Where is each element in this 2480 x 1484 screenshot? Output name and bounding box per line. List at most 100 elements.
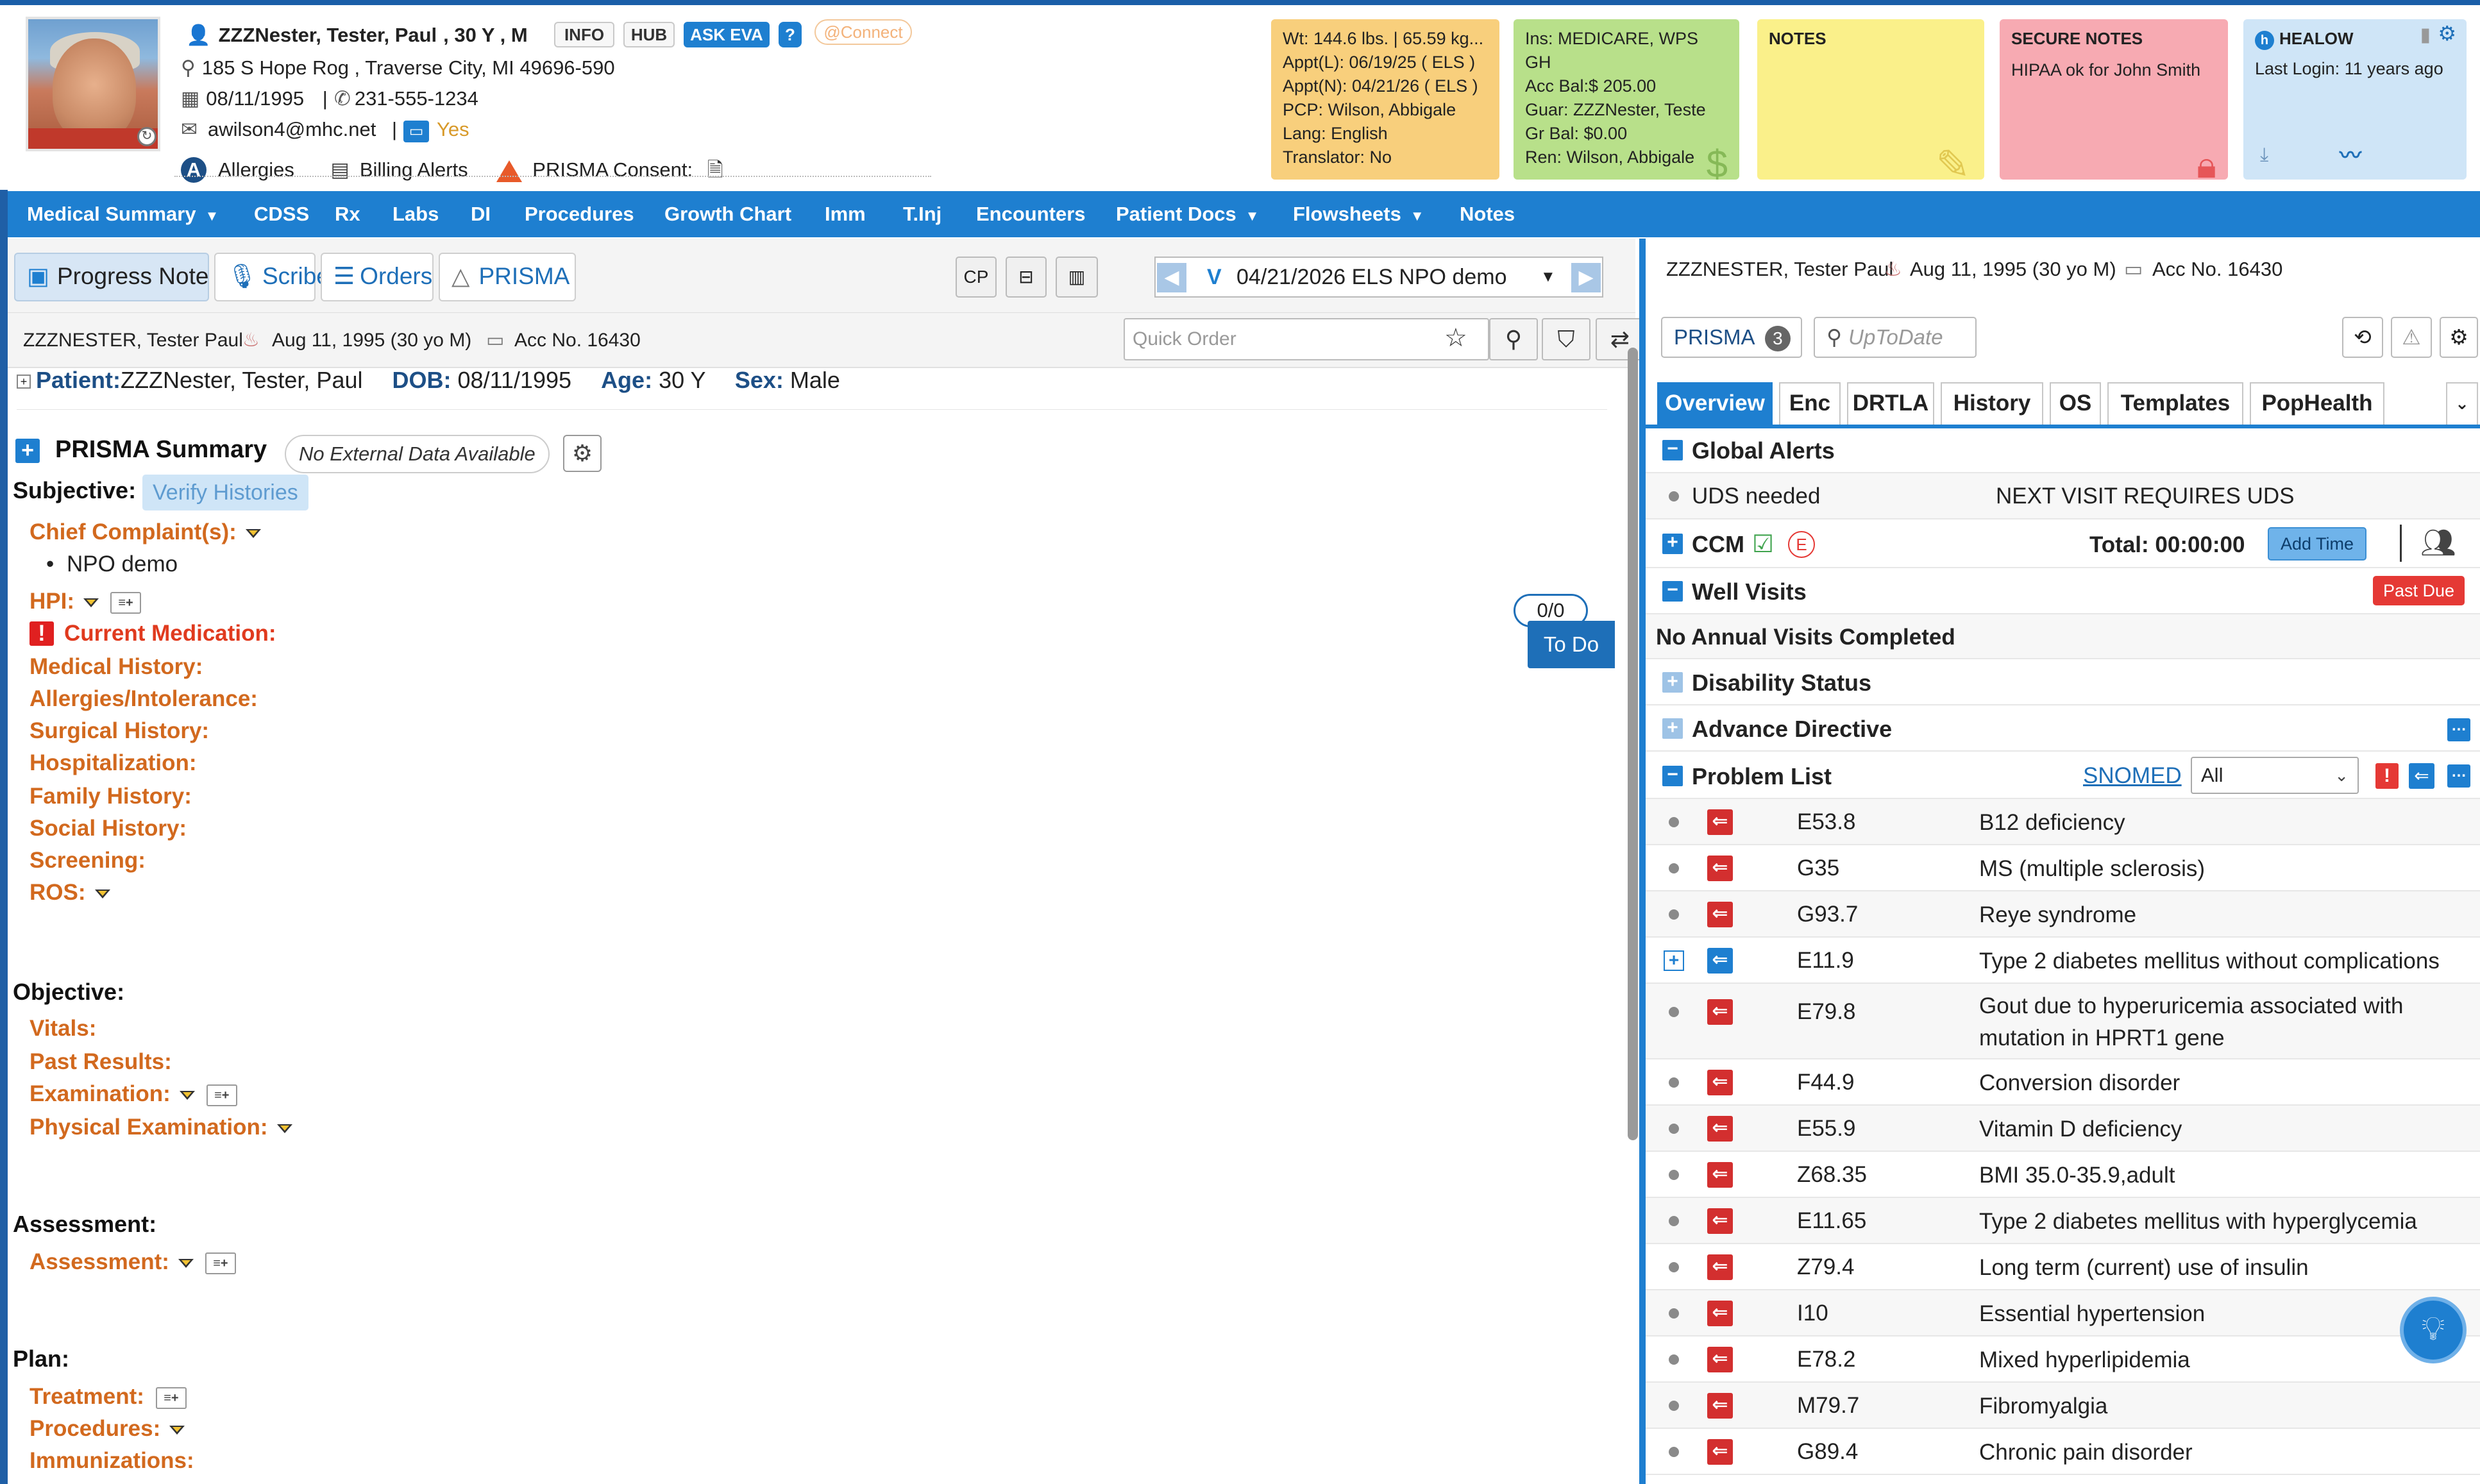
lightbulb-assistant-icon[interactable]: 💡︎ bbox=[2400, 1297, 2467, 1363]
red-arrow-icon[interactable]: ⇐ bbox=[1707, 1439, 1733, 1465]
alert-icon[interactable]: ! bbox=[2375, 763, 2399, 789]
problem-row[interactable]: ⇐ Z79.4 Long term (current) use of insul… bbox=[1646, 1244, 2480, 1290]
disability-status-header[interactable]: + Disability Status bbox=[1646, 659, 2480, 705]
tab-pophealth[interactable]: PopHealth bbox=[2250, 382, 2384, 425]
problem-row[interactable]: ⇐ G35 MS (multiple sclerosis) bbox=[1646, 845, 2480, 891]
history-button[interactable]: ⟲ bbox=[2342, 317, 2383, 358]
red-arrow-icon[interactable]: ⇐ bbox=[1707, 856, 1733, 881]
sf-button[interactable]: ⊟ bbox=[1006, 257, 1047, 298]
nav-rx[interactable]: Rx bbox=[335, 191, 360, 237]
treatment-label[interactable]: Treatment: ≡+ bbox=[30, 1384, 187, 1410]
expand-icon[interactable]: + bbox=[1664, 950, 1684, 971]
problem-row[interactable]: ⇐ I10 Essential hypertension bbox=[1646, 1290, 2480, 1336]
red-arrow-icon[interactable]: ⇐ bbox=[1707, 1301, 1733, 1326]
add-note-icon[interactable]: ≡+ bbox=[155, 1387, 187, 1409]
more-options-icon[interactable]: … bbox=[2447, 764, 2470, 788]
insurance-sticky[interactable]: Ins: MEDICARE, WPS GH Acc Bal:$ 205.00 G… bbox=[1514, 19, 1739, 180]
problem-row[interactable]: ⇐ E78.2 Mixed hyperlipidemia bbox=[1646, 1336, 2480, 1383]
nav-tinj[interactable]: T.Inj bbox=[903, 191, 941, 237]
secure-notes-sticky[interactable]: SECURE NOTES HIPAA ok for John Smith 🔒︎ bbox=[2000, 19, 2228, 180]
note-scrollbar[interactable] bbox=[1628, 348, 1638, 1140]
red-arrow-icon[interactable]: ⇐ bbox=[1707, 1162, 1733, 1188]
red-arrow-icon[interactable]: ⇐ bbox=[1707, 809, 1733, 835]
problem-list-header[interactable]: − Problem List SNOMED All ⌄ ! ⇐ … bbox=[1646, 752, 2480, 799]
allergies-link[interactable]: Allergies bbox=[218, 158, 294, 181]
todo-button[interactable]: To Do bbox=[1528, 621, 1615, 668]
red-arrow-icon[interactable]: ⇐ bbox=[1707, 1070, 1733, 1095]
consent-document-icon[interactable]: 🗎 bbox=[707, 155, 723, 189]
pin-icon[interactable]: ▮ bbox=[2420, 23, 2431, 47]
nav-notes[interactable]: Notes bbox=[1460, 191, 1515, 237]
uptodate-search[interactable]: ⚲ UpToDate bbox=[1814, 317, 1977, 358]
dropdown-triangle-icon[interactable] bbox=[276, 1124, 292, 1133]
tab-orders[interactable]: ☰ Orders bbox=[321, 253, 434, 301]
portal-icon[interactable]: ▭ bbox=[403, 121, 430, 142]
help-button[interactable]: ? bbox=[779, 22, 802, 47]
collapse-icon[interactable]: − bbox=[1662, 580, 1683, 602]
connect-button[interactable]: @Connect bbox=[814, 19, 912, 45]
panel-settings-button[interactable]: ⚙ bbox=[2440, 317, 2478, 358]
info-button[interactable]: INFO bbox=[554, 22, 614, 47]
problem-row[interactable]: ⇐ G89.4 Chronic pain disorder bbox=[1646, 1429, 2480, 1475]
nav-growth-chart[interactable]: Growth Chart bbox=[664, 191, 791, 237]
star-icon[interactable]: ☆ bbox=[1444, 323, 1467, 353]
procedures-label[interactable]: Procedures: bbox=[30, 1416, 185, 1442]
cp-button[interactable]: CP bbox=[956, 257, 997, 298]
problem-row[interactable]: ⇐ E11.65 Type 2 diabetes mellitus with h… bbox=[1646, 1198, 2480, 1244]
dropdown-triangle-icon[interactable] bbox=[179, 1090, 195, 1100]
immunizations-label[interactable]: Immunizations: bbox=[30, 1448, 194, 1474]
dropdown-triangle-icon[interactable] bbox=[83, 598, 99, 607]
tab-progress-note[interactable]: ▣ Progress Note bbox=[14, 253, 209, 301]
nav-medical-summary[interactable]: Medical Summary ▼ bbox=[27, 191, 219, 237]
e-icon[interactable]: E bbox=[1788, 531, 1815, 558]
red-arrow-icon[interactable]: ⇐ bbox=[1707, 1254, 1733, 1280]
dropdown-triangle-icon[interactable] bbox=[94, 889, 110, 898]
problem-row[interactable]: + ⇐ E11.9 Type 2 diabetes mellitus witho… bbox=[1646, 938, 2480, 984]
well-visits-header[interactable]: − Well Visits Past Due bbox=[1646, 568, 2480, 614]
problem-row[interactable]: ⇐ G93.7 Reye syndrome bbox=[1646, 891, 2480, 938]
tab-enc[interactable]: Enc bbox=[1779, 382, 1841, 425]
download-icon[interactable]: ⤓ bbox=[2260, 143, 2268, 167]
nav-patient-docs[interactable]: Patient Docs ▼ bbox=[1116, 191, 1260, 237]
hub-button[interactable]: HUB bbox=[623, 22, 675, 47]
problem-row[interactable]: ⇐ F44.9 Conversion disorder bbox=[1646, 1059, 2480, 1106]
verify-histories-button[interactable]: Verify Histories bbox=[142, 475, 308, 510]
add-note-icon[interactable]: ≡+ bbox=[206, 1084, 237, 1106]
nav-di[interactable]: DI bbox=[471, 191, 491, 237]
surgical-history-label[interactable]: Surgical History: bbox=[30, 718, 209, 744]
problem-row[interactable]: ⇐ E53.8 B12 deficiency bbox=[1646, 799, 2480, 845]
filter-button[interactable]: ⛉ bbox=[1542, 318, 1590, 360]
problem-filter-select[interactable]: All ⌄ bbox=[2191, 757, 2359, 794]
medical-history-label[interactable]: Medical History: bbox=[30, 654, 203, 680]
next-encounter-icon[interactable]: ▶ bbox=[1571, 263, 1601, 292]
vitals-label[interactable]: Vitals: bbox=[30, 1016, 96, 1041]
quick-order-input[interactable]: Quick Order bbox=[1124, 318, 1489, 360]
nav-imm[interactable]: Imm bbox=[825, 191, 866, 237]
allergies-label[interactable]: Allergies/Intolerance: bbox=[30, 686, 258, 712]
more-options-icon[interactable]: … bbox=[2447, 718, 2470, 741]
tab-scribe[interactable]: 🎙︎ Scribe bbox=[214, 253, 330, 301]
social-history-label[interactable]: Social History: bbox=[30, 816, 187, 841]
tab-templates[interactable]: Templates bbox=[2107, 382, 2243, 425]
nav-encounters[interactable]: Encounters bbox=[976, 191, 1086, 237]
check-icon[interactable]: ☑ bbox=[1752, 530, 1774, 559]
prev-encounter-icon[interactable]: ◀ bbox=[1157, 263, 1186, 292]
screening-label[interactable]: Screening: bbox=[30, 848, 146, 873]
red-arrow-icon[interactable]: ⇐ bbox=[1707, 1116, 1733, 1142]
global-alerts-header[interactable]: − Global Alerts bbox=[1646, 428, 2480, 473]
physical-examination-label[interactable]: Physical Examination: bbox=[30, 1115, 292, 1140]
past-results-label[interactable]: Past Results: bbox=[30, 1049, 172, 1075]
prisma-chip[interactable]: PRISMA 3 bbox=[1661, 317, 1802, 358]
billing-alerts-link[interactable]: Billing Alerts bbox=[360, 158, 468, 181]
collapse-icon[interactable]: − bbox=[1662, 765, 1683, 786]
problem-row[interactable]: ⇐ M79.7 Fibromyalgia bbox=[1646, 1383, 2480, 1429]
notes-sticky[interactable]: NOTES ✎ bbox=[1757, 19, 1984, 180]
encounter-selector[interactable]: ◀ V 04/21/2026 ELS NPO demo ▼ ▶ bbox=[1154, 257, 1603, 298]
current-medication-label[interactable]: ! Current Medication: bbox=[30, 621, 276, 646]
hpi-label[interactable]: HPI: ≡+ bbox=[30, 589, 141, 614]
tab-prisma[interactable]: △ PRISMA bbox=[439, 253, 576, 301]
expand-icon[interactable]: + bbox=[1662, 533, 1683, 554]
advance-directive-header[interactable]: + Advance Directive … bbox=[1646, 705, 2480, 752]
red-arrow-icon[interactable]: ⇐ bbox=[1707, 1393, 1733, 1419]
chief-complaint-label[interactable]: Chief Complaint(s): bbox=[30, 519, 261, 545]
